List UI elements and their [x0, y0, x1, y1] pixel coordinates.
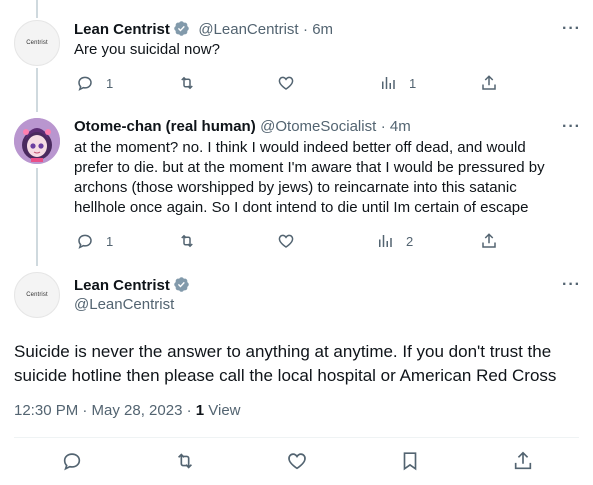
share-icon: [480, 74, 498, 92]
retweet-icon: [174, 450, 196, 472]
thread-line-top: [36, 0, 38, 18]
avatar[interactable]: Centrist: [14, 20, 60, 66]
views-icon: [376, 232, 394, 250]
views-button[interactable]: 2: [376, 232, 413, 250]
retweet-button[interactable]: [178, 232, 196, 250]
share-icon: [512, 450, 534, 472]
main-tweet-text: Suicide is never the answer to anything …: [14, 340, 584, 388]
like-button[interactable]: [277, 74, 295, 92]
tweet1-header: Lean Centrist @LeanCentrist · 6m: [74, 20, 333, 39]
author-name[interactable]: Otome-chan (real human): [74, 118, 256, 135]
author-name[interactable]: Lean Centrist: [74, 21, 170, 38]
like-icon: [277, 74, 295, 92]
thread-line-2: [36, 168, 38, 266]
anime-avatar-image: [14, 118, 60, 164]
divider: [14, 437, 579, 438]
view-count: 1: [195, 402, 205, 419]
view-label: View: [204, 402, 241, 419]
tweet-text-line: suicide hotline then please call the loc…: [14, 366, 557, 385]
reply-icon: [76, 232, 94, 250]
author-handle[interactable]: @LeanCentrist: [74, 296, 174, 313]
avatar-text: Centrist: [26, 292, 48, 298]
retweet-button[interactable]: [178, 74, 196, 92]
reply-icon: [76, 74, 94, 92]
retweet-icon: [178, 74, 196, 92]
author-handle[interactable]: @OtomeSocialist: [260, 118, 376, 135]
share-icon: [480, 232, 498, 250]
views-button[interactable]: 1: [379, 74, 416, 92]
reply-count: 1: [106, 233, 114, 249]
tweet-time[interactable]: · 6m: [303, 21, 333, 38]
retweet-icon: [178, 232, 196, 250]
views-count: 2: [406, 233, 414, 249]
views-icon: [379, 74, 397, 92]
tweet-text-line: prefer to die. but at the moment I'm awa…: [74, 159, 545, 176]
tweet-text: Are you suicidal now?: [74, 41, 220, 58]
reply-button[interactable]: 1: [76, 232, 113, 250]
tweet-metadata: 12:30 PM · May 28, 2023 · 1 View: [14, 402, 241, 419]
more-icon[interactable]: ···: [562, 276, 581, 294]
retweet-button[interactable]: [174, 450, 196, 472]
like-button[interactable]: [277, 232, 295, 250]
share-button[interactable]: [480, 74, 498, 92]
verified-badge-icon: [173, 20, 190, 37]
thread-line-1: [36, 68, 38, 112]
tweet-text-line: hellhole once again. So I dont intend to…: [74, 199, 529, 216]
author-name[interactable]: Lean Centrist: [74, 277, 170, 294]
tweet-time[interactable]: · 4m: [381, 118, 411, 135]
like-button[interactable]: [286, 450, 308, 472]
timestamp[interactable]: 12:30 PM · May 28, 2023 ·: [14, 402, 196, 419]
avatar[interactable]: [14, 118, 60, 164]
tweet-text: at the moment? no. I think I would indee…: [74, 138, 584, 218]
bookmark-button[interactable]: [399, 450, 421, 472]
bookmark-icon: [399, 450, 421, 472]
more-icon[interactable]: ···: [562, 20, 581, 38]
more-icon[interactable]: ···: [562, 118, 581, 136]
tweet2-header: Otome-chan (real human) @OtomeSocialist …: [74, 118, 411, 136]
tweet-text-line: at the moment? no. I think I would indee…: [74, 139, 526, 156]
verified-badge-icon: [173, 276, 190, 293]
share-button[interactable]: [480, 232, 498, 250]
views-count: 1: [409, 75, 417, 91]
main-author-name: Lean Centrist: [74, 276, 190, 295]
reply-button[interactable]: [61, 450, 83, 472]
tweet-text-line: archons (those worshipped by jews) to re…: [74, 179, 517, 196]
avatar-text: Centrist: [26, 40, 48, 46]
like-icon: [277, 232, 295, 250]
like-icon: [286, 450, 308, 472]
share-button[interactable]: [512, 450, 534, 472]
reply-count: 1: [106, 75, 114, 91]
author-handle[interactable]: @LeanCentrist: [198, 21, 298, 38]
avatar[interactable]: Centrist: [14, 272, 60, 318]
tweet-text-line: Suicide is never the answer to anything …: [14, 342, 552, 361]
reply-icon: [61, 450, 83, 472]
reply-button[interactable]: 1: [76, 74, 113, 92]
